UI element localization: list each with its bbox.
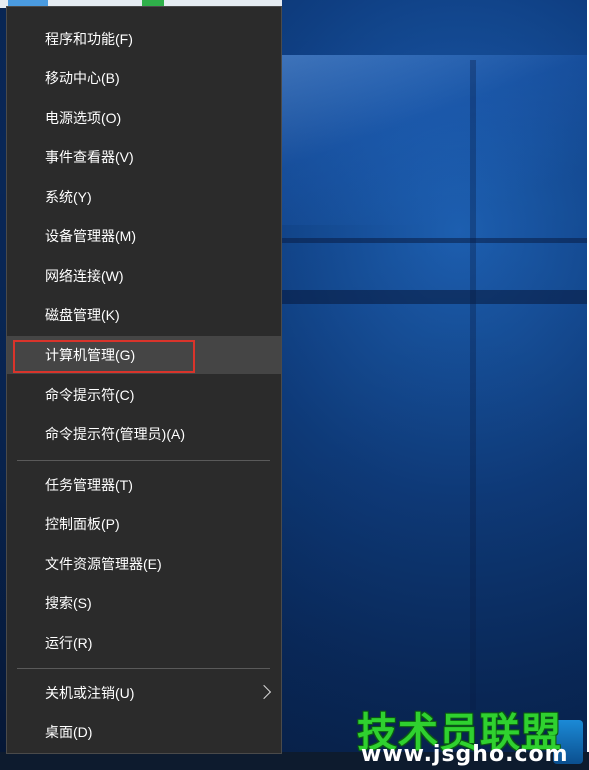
menu-item-label: 事件查看器(V)	[45, 149, 134, 165]
menu-separator	[17, 668, 270, 669]
menu-item-label: 系统(Y)	[45, 189, 92, 205]
menu-item-label: 网络连接(W)	[45, 268, 124, 284]
menu-item-desktop[interactable]: 桌面(D)	[7, 713, 281, 751]
menu-item-label: 命令提示符(C)	[45, 387, 135, 403]
menu-item-label: 设备管理器(M)	[45, 228, 136, 244]
site-watermark: 技术员联盟 www.jsgho.com	[355, 700, 587, 770]
menu-item-run[interactable]: 运行(R)	[7, 624, 281, 662]
menu-item-power-options[interactable]: 电源选项(O)	[7, 99, 281, 137]
menu-item-label: 关机或注销(U)	[45, 685, 135, 701]
menu-item-search[interactable]: 搜索(S)	[7, 584, 281, 622]
menu-item-label: 磁盘管理(K)	[45, 307, 120, 323]
menu-item-label: 计算机管理(G)	[45, 347, 136, 363]
menu-item-system[interactable]: 系统(Y)	[7, 178, 281, 216]
menu-item-command-prompt-admin[interactable]: 命令提示符(管理员)(A)	[7, 415, 281, 453]
winx-context-menu: 程序和功能(F) 移动中心(B) 电源选项(O) 事件查看器(V) 系统(Y) …	[6, 6, 282, 754]
menu-item-control-panel[interactable]: 控制面板(P)	[7, 505, 281, 543]
menu-item-label: 桌面(D)	[45, 724, 93, 740]
wallpaper-pane-line	[282, 290, 589, 304]
menu-item-network-connections[interactable]: 网络连接(W)	[7, 257, 281, 295]
menu-item-programs-features[interactable]: 程序和功能(F)	[7, 20, 281, 58]
menu-item-event-viewer[interactable]: 事件查看器(V)	[7, 138, 281, 176]
menu-item-label: 文件资源管理器(E)	[45, 556, 162, 572]
menu-item-label: 命令提示符(管理员)(A)	[45, 426, 185, 442]
menu-separator	[17, 460, 270, 461]
watermark-url: www.jsgho.com	[361, 742, 569, 767]
wallpaper-light-beam	[282, 55, 589, 225]
menu-item-label: 运行(R)	[45, 635, 93, 651]
chevron-right-icon	[256, 684, 272, 700]
menu-item-label: 搜索(S)	[45, 595, 92, 611]
menu-item-disk-management[interactable]: 磁盘管理(K)	[7, 296, 281, 334]
menu-item-label: 控制面板(P)	[45, 516, 120, 532]
menu-item-label: 任务管理器(T)	[45, 477, 133, 493]
menu-item-mobility-center[interactable]: 移动中心(B)	[7, 59, 281, 97]
menu-item-label: 电源选项(O)	[45, 110, 122, 126]
menu-item-command-prompt[interactable]: 命令提示符(C)	[7, 376, 281, 414]
menu-item-shutdown-signout[interactable]: 关机或注销(U)	[7, 674, 281, 712]
menu-item-label: 移动中心(B)	[45, 70, 120, 86]
wallpaper-pane-line	[470, 60, 476, 710]
menu-item-device-manager[interactable]: 设备管理器(M)	[7, 217, 281, 255]
menu-item-label: 程序和功能(F)	[45, 31, 133, 47]
menu-item-computer-management[interactable]: 计算机管理(G)	[7, 336, 281, 374]
menu-item-file-explorer[interactable]: 文件资源管理器(E)	[7, 545, 281, 583]
wallpaper-pane-line	[282, 238, 589, 243]
menu-item-task-manager[interactable]: 任务管理器(T)	[7, 466, 281, 504]
